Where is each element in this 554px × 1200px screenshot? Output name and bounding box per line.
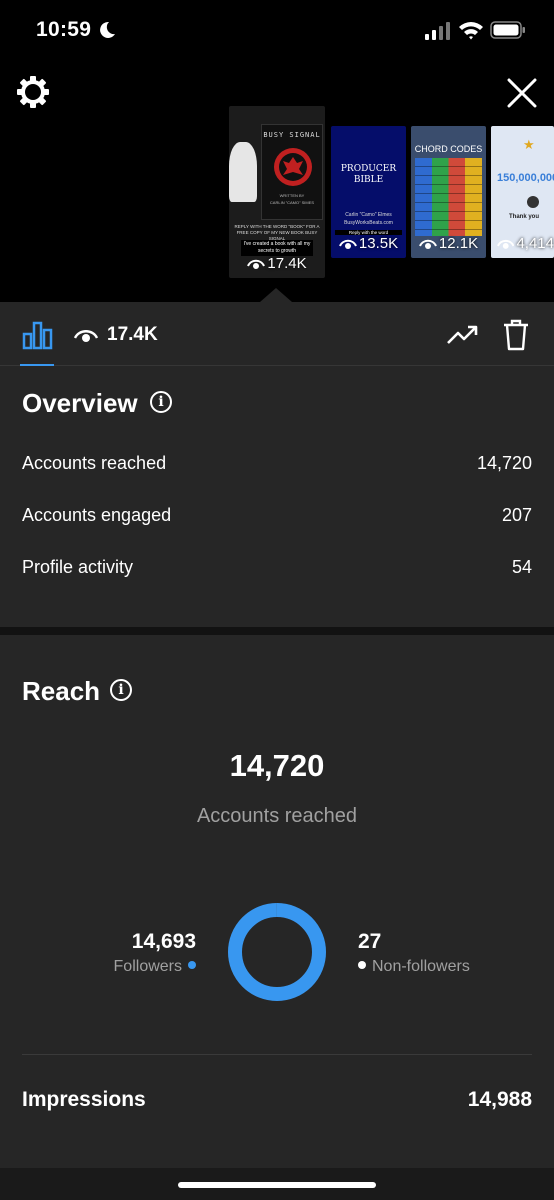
close-icon[interactable] [505, 76, 539, 110]
story-view-count: 13.5K [358, 235, 399, 252]
profile-activity-label: Profile activity [22, 557, 134, 577]
non-followers-legend-dot [358, 961, 366, 969]
story-views: 17.4K [229, 255, 325, 272]
story-caption: Thank you [509, 214, 540, 220]
book-site: BusyWorksBeats.com [344, 220, 393, 226]
story-thumbnail-milestone[interactable]: ★ 150,000,000 Thank you 4,414 [491, 126, 554, 258]
insights-panel: 17.4K Overview i Accounts reached 14,720… [0, 302, 554, 1200]
story-caption: I've created a book with all my secrets … [241, 240, 313, 256]
story-views: 4,414 [497, 235, 554, 252]
story-views: 12.1K [411, 235, 486, 252]
accounts-reached-value: 14,720 [476, 453, 532, 473]
wifi-icon [459, 22, 483, 40]
non-followers-label: Non-followers [358, 958, 470, 976]
trash-icon[interactable] [502, 318, 530, 352]
book-title: PRODUCER BIBLE [340, 164, 397, 185]
followers-label: Followers [114, 958, 196, 976]
trending-up-icon[interactable] [446, 321, 480, 349]
story-view-count: 4,414 [516, 235, 554, 252]
profile-activity-value: 54 [511, 557, 532, 577]
status-time: 10:59 [36, 18, 92, 41]
story-view-count: 12.1K [438, 235, 479, 252]
avatar [527, 196, 539, 208]
accounts-engaged-label: Accounts engaged [22, 505, 172, 525]
followers-legend-dot [188, 961, 196, 969]
reach-donut-chart [228, 903, 326, 1001]
book-title: BUSY SIGNAL [263, 131, 321, 139]
chord-grid [415, 158, 482, 236]
story-thumbnail-chord-codes[interactable]: CHORD CODES 12.1K [411, 126, 486, 258]
reach-total: 14,720 [229, 748, 325, 783]
reach-title: Reach [22, 676, 101, 706]
eagle-seal-icon [274, 148, 312, 186]
bar-chart-icon[interactable] [22, 320, 54, 350]
battery-icon [490, 21, 525, 39]
insights-tabbar: 17.4K [0, 302, 554, 366]
eye-icon [418, 239, 437, 249]
impressions-divider [22, 1054, 532, 1055]
home-indicator[interactable] [178, 1182, 376, 1188]
chart-title: CHORD CODES [414, 144, 483, 154]
cellular-signal-icon [425, 22, 450, 40]
sculpture-image [229, 142, 257, 202]
story-views: 13.5K [331, 235, 406, 252]
selected-story-pointer [260, 288, 292, 302]
moon-icon [100, 21, 115, 38]
eye-icon [74, 330, 98, 342]
status-bar: 10:59 [0, 0, 554, 60]
followers-arc [228, 903, 326, 1001]
book-author: Carlin "Camo" Elmes [345, 212, 392, 218]
impressions-label: Impressions [22, 1088, 146, 1111]
accounts-reached-label: Accounts reached [22, 453, 167, 473]
story-thumbnail-producer-bible[interactable]: PRODUCER BIBLE Carlin "Camo" Elmes BusyW… [331, 126, 406, 258]
followers-count: 14,693 [131, 930, 196, 953]
impressions-value: 14,988 [467, 1088, 532, 1111]
overview-info-icon[interactable]: i [150, 391, 172, 413]
active-tab-underline [20, 364, 54, 366]
followers-label-text: Followers [113, 958, 182, 975]
reach-info-icon[interactable]: i [110, 679, 132, 701]
settings-gear-icon[interactable] [16, 75, 50, 109]
eye-icon [497, 239, 515, 249]
reach-total-label: Accounts reached [196, 805, 358, 827]
non-followers-count: 27 [358, 930, 382, 953]
non-followers-label-text: Non-followers [372, 958, 470, 975]
accounts-engaged-value: 207 [501, 505, 532, 525]
total-views: 17.4K [107, 324, 158, 345]
book-author: CARLIN "CAMO" SIMES [269, 200, 315, 205]
milestone-number: 150,000,000 [497, 172, 554, 184]
eye-icon [247, 259, 266, 269]
eye-icon [338, 239, 357, 249]
story-view-count: 17.4K [267, 255, 307, 272]
story-thumbnail-busy-signal[interactable]: BUSY SIGNAL WRITTEN BY CARLIN "CAMO" SIM… [229, 106, 325, 278]
overview-title: Overview [22, 388, 138, 418]
star-icon: ★ [523, 137, 535, 152]
book-written-by: WRITTEN BY [279, 193, 305, 198]
section-divider [0, 627, 554, 635]
book-cover: BUSY SIGNAL WRITTEN BY CARLIN "CAMO" SIM… [261, 124, 323, 220]
